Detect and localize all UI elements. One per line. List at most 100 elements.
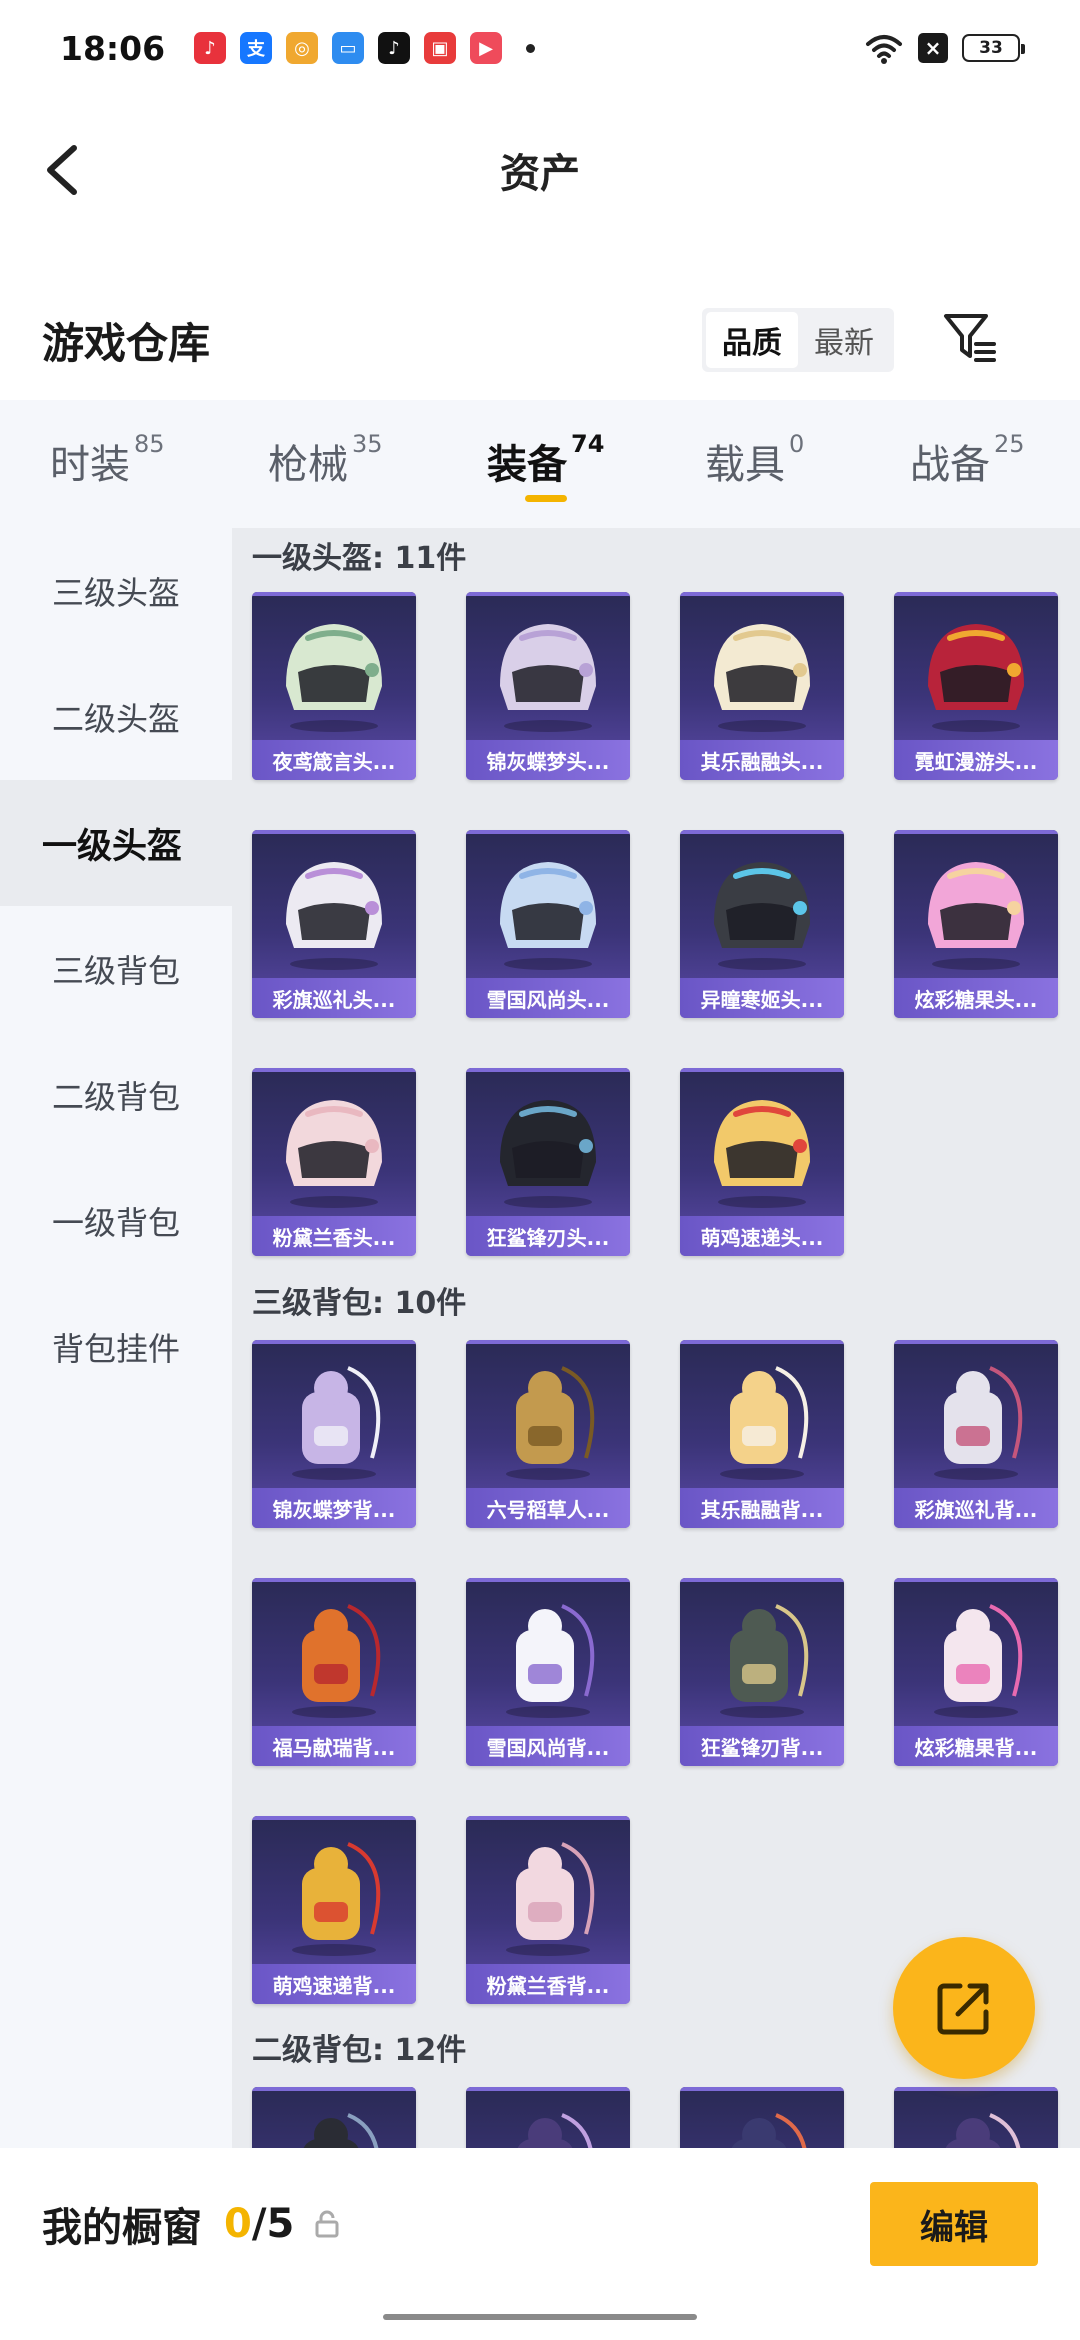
backpack-item-card[interactable]: 雪国风尚背... xyxy=(466,1578,630,1766)
item-name: 粉黛兰香背... xyxy=(466,1964,630,2004)
sidebar-item-level2-backpack[interactable]: 二级背包 xyxy=(0,1032,232,1158)
backpack-icon xyxy=(292,1604,381,1718)
tab-label: 战备 xyxy=(910,442,990,488)
backpack-icon xyxy=(506,1604,595,1718)
helmet-item-card[interactable]: 夜鸢箴言头... xyxy=(252,592,416,780)
item-name: 雪国风尚背... xyxy=(466,1726,630,1766)
showcase-count: 0/5 xyxy=(224,2201,294,2247)
active-tab-indicator xyxy=(525,495,567,502)
wifi-icon xyxy=(866,35,902,64)
backpack-item-card[interactable]: 彩旗巡礼背... xyxy=(894,1340,1058,1528)
sidebar-item-level1-backpack[interactable]: 一级背包 xyxy=(0,1158,232,1284)
backpack-icon xyxy=(720,1366,809,1480)
sort-quality-button[interactable]: 品质 xyxy=(706,312,798,368)
backpack-icon xyxy=(303,2113,379,2148)
status-right: × 33 xyxy=(864,32,1025,64)
backpack-icon xyxy=(292,1842,381,1956)
coin-app-icon: ◎ xyxy=(286,32,318,64)
backpack-item-card[interactable]: 福马献瑞背... xyxy=(252,1578,416,1766)
showcase-total: /5 xyxy=(251,2201,295,2247)
backpack-icon xyxy=(731,2113,807,2148)
item-name: 六号稻草人... xyxy=(466,1488,630,1528)
shop-app-icon: ▣ xyxy=(424,32,456,64)
tab-count: 25 xyxy=(994,430,1025,458)
helmet-item-card[interactable]: 粉黛兰香头... xyxy=(252,1068,416,1256)
backpack-item-card[interactable] xyxy=(680,2087,844,2148)
backpack-icon xyxy=(720,1604,809,1718)
tiktok-app-icon: ♪ xyxy=(378,32,410,64)
backpack-item-card[interactable] xyxy=(466,2087,630,2148)
sidebar-item-level3-helmet[interactable]: 三级头盔 xyxy=(0,528,232,654)
sidebar-item-level2-helmet[interactable]: 二级头盔 xyxy=(0,654,232,780)
tab-firearms[interactable]: 枪械 35 xyxy=(268,430,383,490)
backpack-icon xyxy=(292,1366,381,1480)
item-name: 福马献瑞背... xyxy=(252,1726,416,1766)
backpack-item-card[interactable] xyxy=(252,2087,416,2148)
item-name: 彩旗巡礼头... xyxy=(252,978,416,1018)
helmet-item-card[interactable]: 异瞳寒姬头... xyxy=(680,830,844,1018)
helmet-icon xyxy=(714,624,810,732)
helmet-icon xyxy=(500,862,596,970)
warehouse-header: 游戏仓库 品质 最新 xyxy=(0,290,1080,390)
tab-label: 载具 xyxy=(705,442,785,488)
showcase-bar: 我的橱窗 0/5 编辑 xyxy=(0,2148,1080,2300)
helmet-item-card[interactable]: 霓虹漫游头... xyxy=(894,592,1058,780)
notification-app-icons: ♪ 支 ◎ ▭ ♪ ▣ ▶ xyxy=(194,32,502,64)
back-arrow-icon[interactable] xyxy=(36,140,96,200)
backpack-item-card[interactable] xyxy=(894,2087,1058,2148)
sort-latest-button[interactable]: 最新 xyxy=(798,312,890,368)
tab-label: 时装 xyxy=(50,442,130,488)
tab-vehicles[interactable]: 载具 0 xyxy=(705,430,805,490)
sidebar-item-backpack-charm[interactable]: 背包挂件 xyxy=(0,1284,232,1410)
tab-equipment[interactable]: 装备 74 xyxy=(487,430,605,490)
lock-icon xyxy=(315,2210,339,2238)
share-button[interactable] xyxy=(893,1937,1035,2079)
item-name: 其乐融融头... xyxy=(680,740,844,780)
helmet-item-card[interactable]: 雪国风尚头... xyxy=(466,830,630,1018)
section-title: 三级背包: 10件 xyxy=(252,1286,467,1321)
item-name: 锦灰蝶梦背... xyxy=(252,1488,416,1528)
helmet-icon xyxy=(928,862,1024,970)
helmet-item-card[interactable]: 其乐融融头... xyxy=(680,592,844,780)
tab-count: 74 xyxy=(571,430,605,458)
helmet-item-card[interactable]: 狂鲨锋刃头... xyxy=(466,1068,630,1256)
music-app-icon: ♪ xyxy=(194,32,226,64)
helmet-icon xyxy=(286,862,382,970)
sidebar-item-level1-helmet[interactable]: 一级头盔 xyxy=(0,780,232,906)
helmet-item-card[interactable]: 彩旗巡礼头... xyxy=(252,830,416,1018)
section-title: 一级头盔: 11件 xyxy=(252,541,467,576)
backpack-icon xyxy=(506,1842,595,1956)
item-name: 雪国风尚头... xyxy=(466,978,630,1018)
item-name: 锦灰蝶梦头... xyxy=(466,740,630,780)
tab-supplies[interactable]: 战备 25 xyxy=(910,430,1025,490)
helmet-icon xyxy=(714,1100,810,1208)
folder-app-icon: ▭ xyxy=(332,32,364,64)
home-indicator[interactable] xyxy=(383,2314,697,2320)
tab-label: 枪械 xyxy=(268,442,348,488)
tab-count: 0 xyxy=(789,430,805,458)
status-time: 18:06 xyxy=(60,28,166,68)
backpack-item-card[interactable]: 炫彩糖果背... xyxy=(894,1578,1058,1766)
more-notifications-dot xyxy=(526,43,535,53)
tab-count: 85 xyxy=(134,430,165,458)
helmet-icon xyxy=(714,862,810,970)
helmet-item-card[interactable]: 炫彩糖果头... xyxy=(894,830,1058,1018)
sidebar-item-level3-backpack[interactable]: 三级背包 xyxy=(0,906,232,1032)
backpack-item-card[interactable]: 粉黛兰香背... xyxy=(466,1816,630,2004)
item-name: 夜鸢箴言头... xyxy=(252,740,416,780)
backpack-item-card[interactable]: 狂鲨锋刃背... xyxy=(680,1578,844,1766)
backpack-item-card[interactable]: 萌鸡速递背... xyxy=(252,1816,416,2004)
backpack-item-card[interactable]: 锦灰蝶梦背... xyxy=(252,1340,416,1528)
filter-icon[interactable] xyxy=(940,308,1000,368)
warehouse-title: 游戏仓库 xyxy=(42,318,211,368)
subcategory-sidebar: 三级头盔 二级头盔 一级头盔 三级背包 二级背包 一级背包 背包挂件 xyxy=(0,528,232,2148)
video-app-icon: ▶ xyxy=(470,32,502,64)
edit-button[interactable]: 编辑 xyxy=(870,2182,1038,2266)
helmet-item-card[interactable]: 锦灰蝶梦头... xyxy=(466,592,630,780)
tab-fashion[interactable]: 时装 85 xyxy=(50,430,165,490)
item-name: 霓虹漫游头... xyxy=(894,740,1058,780)
backpack-item-card[interactable]: 六号稻草人... xyxy=(466,1340,630,1528)
helmet-item-card[interactable]: 萌鸡速递头... xyxy=(680,1068,844,1256)
item-name: 炫彩糖果背... xyxy=(894,1726,1058,1766)
backpack-item-card[interactable]: 其乐融融背... xyxy=(680,1340,844,1528)
